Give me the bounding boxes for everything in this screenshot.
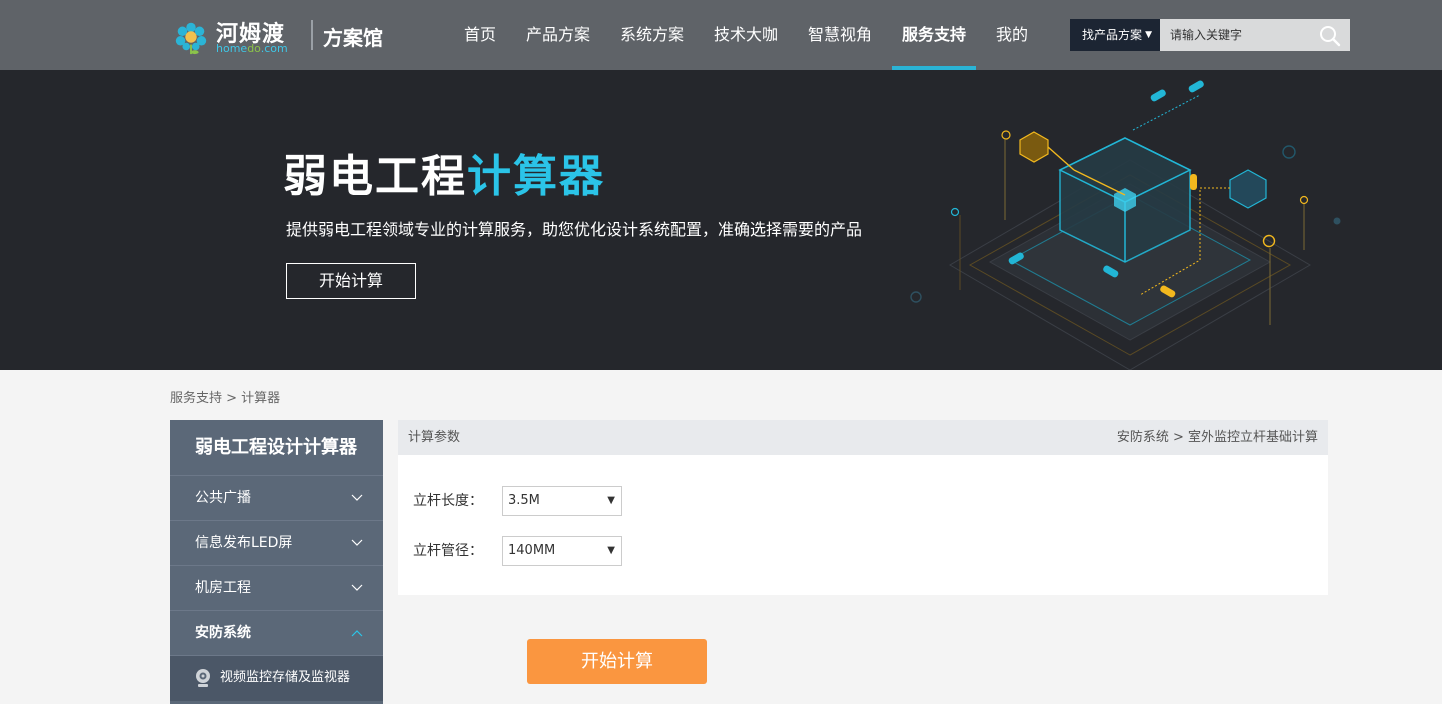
pole-length-value: 3.5M <box>508 493 540 508</box>
pole-length-select[interactable]: 3.5M ▼ <box>502 486 622 516</box>
nav-service-support[interactable]: 服务支持 <box>902 0 966 70</box>
caret-down-icon: ▼ <box>1145 30 1152 40</box>
caret-down-icon: ▼ <box>607 545 615 556</box>
banner-title-main: 弱电工程 <box>283 151 467 202</box>
chevron-down-icon <box>351 494 363 501</box>
sidebar-title: 弱电工程设计计算器 <box>170 420 383 476</box>
nav-smart-perspective[interactable]: 智慧视角 <box>808 0 872 70</box>
flower-logo-icon <box>175 22 207 55</box>
logo-domain-part: .com <box>260 42 288 55</box>
calculator-sidebar: 弱电工程设计计算器 公共广播 信息发布LED屏 机房工程 安防系统 视频监控存储… <box>170 420 383 704</box>
nav-product-solutions[interactable]: 产品方案 <box>526 0 590 70</box>
pole-diameter-select[interactable]: 140MM ▼ <box>502 536 622 566</box>
isometric-cube-illustration <box>910 80 1341 370</box>
camera-icon <box>196 669 210 687</box>
search-bar: 找产品方案 ▼ <box>1070 19 1350 51</box>
search-icon[interactable] <box>1318 24 1342 48</box>
banner-description: 提供弱电工程领域专业的计算服务，助您优化设计系统配置，准确选择需要的产品 <box>286 220 863 239</box>
calc-params-panel: 计算参数 安防系统 > 室外监控立杆基础计算 立杆长度： 3.5M ▼ 立杆管径… <box>398 420 1328 595</box>
nav-system-solutions[interactable]: 系统方案 <box>620 0 684 70</box>
breadcrumb[interactable]: 服务支持 > 计算器 <box>170 387 280 406</box>
sidebar-item-label: 信息发布LED屏 <box>195 535 293 551</box>
logo-domain: homedo.com <box>216 42 288 55</box>
chevron-up-icon <box>351 630 363 637</box>
sidebar-item-machine-room[interactable]: 机房工程 <box>170 566 383 611</box>
nav-tech-experts[interactable]: 技术大咖 <box>714 0 778 70</box>
chevron-down-icon <box>351 539 363 546</box>
nav-mine[interactable]: 我的 <box>996 0 1028 70</box>
sidebar-item-label: 公共广播 <box>195 490 251 506</box>
logo-domain-part: home <box>216 42 248 55</box>
sidebar-item-label: 安防系统 <box>195 625 251 641</box>
banner-title: 弱电工程计算器 <box>283 140 605 204</box>
sidebar-subitem-video-storage[interactable]: 视频监控存储及监视器 <box>170 656 383 701</box>
logo-domain-part: do <box>247 42 261 55</box>
section-title[interactable]: 方案馆 <box>323 22 383 51</box>
pole-length-label: 立杆长度： <box>413 493 483 509</box>
header-inner: 河姆渡 homedo.com 方案馆 首页 产品方案 系统方案 技术大咖 智慧视… <box>170 0 1350 70</box>
pole-diameter-value: 140MM <box>508 543 556 558</box>
sidebar-item-security-system[interactable]: 安防系统 <box>170 611 383 656</box>
banner-start-button[interactable]: 开始计算 <box>286 263 416 299</box>
sidebar-subitem-label: 视频监控存储及监视器 <box>220 670 351 685</box>
logo-divider <box>311 20 313 50</box>
site-logo[interactable]: 河姆渡 homedo.com <box>170 14 290 58</box>
top-header: 河姆渡 homedo.com 方案馆 首页 产品方案 系统方案 技术大咖 智慧视… <box>0 0 1442 70</box>
panel-title: 计算参数 <box>408 430 461 445</box>
start-calculate-button[interactable]: 开始计算 <box>527 639 707 684</box>
sidebar-item-led-display[interactable]: 信息发布LED屏 <box>170 521 383 566</box>
sidebar-item-public-broadcast[interactable]: 公共广播 <box>170 476 383 521</box>
sidebar-item-label: 机房工程 <box>195 580 251 596</box>
search-category-dropdown[interactable]: 找产品方案 ▼ <box>1070 19 1160 51</box>
banner-title-highlight: 计算器 <box>467 151 605 202</box>
panel-breadcrumb: 安防系统 > 室外监控立杆基础计算 <box>1116 430 1318 445</box>
form-row-pole-length: 立杆长度： 3.5M ▼ <box>413 486 663 516</box>
search-category-label: 找产品方案 <box>1082 28 1143 42</box>
panel-header: 计算参数 安防系统 > 室外监控立杆基础计算 <box>398 420 1328 455</box>
form-row-pole-diameter: 立杆管径： 140MM ▼ <box>413 536 663 566</box>
chevron-down-icon <box>351 584 363 591</box>
nav-home[interactable]: 首页 <box>464 0 496 70</box>
pole-diameter-label: 立杆管径： <box>413 543 483 559</box>
hero-banner: 弱电工程计算器 提供弱电工程领域专业的计算服务，助您优化设计系统配置，准确选择需… <box>0 70 1442 370</box>
caret-down-icon: ▼ <box>607 495 615 506</box>
